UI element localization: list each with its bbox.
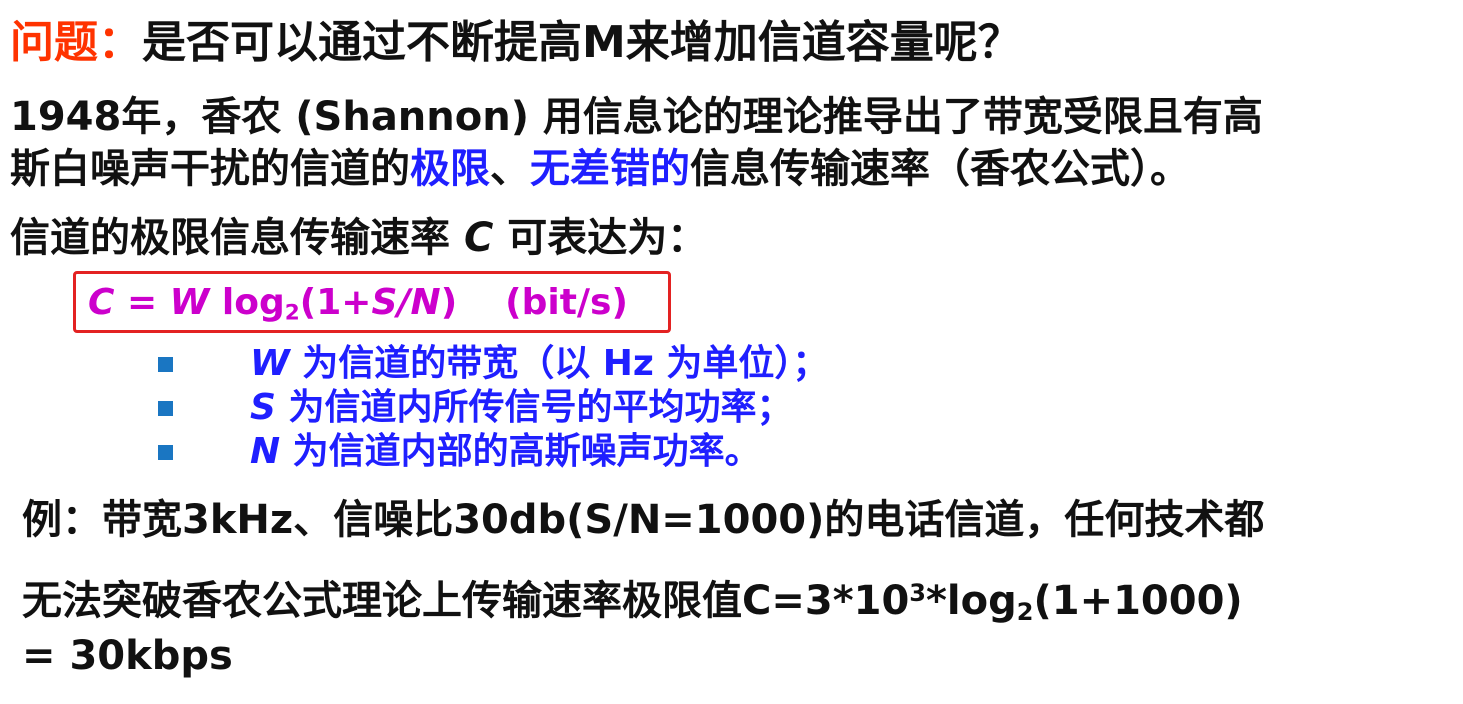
bullet-square-icon xyxy=(158,357,173,372)
bullet-square-icon xyxy=(158,401,173,416)
formula-close: ) xyxy=(440,282,458,323)
example-exponent: 3 xyxy=(909,579,926,607)
bullet-item-s: S 为信道内所传信号的平均功率； xyxy=(250,386,792,430)
formula-w: W xyxy=(169,282,210,323)
formula-log: log xyxy=(209,282,285,323)
text-segment: (1+1000) xyxy=(1033,578,1243,625)
formula-unit: (bit/s) xyxy=(505,282,628,323)
highlight-limit: 极限 xyxy=(410,146,490,192)
bullet-text-s: 为信道内所传信号的平均功率； xyxy=(275,387,793,428)
text-segment: 斯白噪声干扰的信道的 xyxy=(10,146,410,192)
bullet-text-w: 为信道的带宽（以 Hz 为单位）； xyxy=(289,343,829,384)
question-label: 问题： xyxy=(10,17,142,68)
formula-equals: = xyxy=(114,282,170,323)
bullet-var-n: N xyxy=(250,431,281,472)
question-text: 是否可以通过不断提高M来增加信道容量呢？ xyxy=(142,17,1022,68)
shannon-formula: C = W log2(1+S/N) (bit/s) xyxy=(88,278,628,338)
example-result: = 30kbps xyxy=(22,633,233,679)
slide-title: 问题：是否可以通过不断提高M来增加信道容量呢？ xyxy=(10,14,1022,72)
paragraph-shannon-line2: 斯白噪声干扰的信道的极限、无差错的信息传输速率（香农公式）。 xyxy=(10,144,1190,194)
text-segment: *log xyxy=(926,578,1017,625)
bullet-var-s: S xyxy=(250,387,276,428)
formula-c: C xyxy=(88,282,115,323)
text-segment: 无法突破香农公式理论上传输速率极限值C=3*10 xyxy=(22,578,910,625)
bullet-item-n: N 为信道内部的高斯噪声功率。 xyxy=(250,430,761,474)
example-line1: 例：带宽3kHz、信噪比30db(S/N=1000)的电话信道，任何技术都 xyxy=(22,497,1265,543)
text-separator: 、 xyxy=(490,146,530,192)
formula-open: (1+ xyxy=(299,282,372,323)
bullet-item-w: W 为信道的带宽（以 Hz 为单位）； xyxy=(250,342,828,386)
paragraph-capacity-intro: 信道的极限信息传输速率 C 可表达为： xyxy=(10,210,707,266)
bullet-text-n: 为信道内部的高斯噪声功率。 xyxy=(280,431,761,472)
bullet-square-icon xyxy=(158,445,173,460)
text-segment: 信道的极限信息传输速率 xyxy=(10,215,464,261)
example-log-base: 2 xyxy=(1016,598,1034,627)
highlight-error-free: 无差错的 xyxy=(530,146,690,192)
text-segment: 可表达为： xyxy=(493,215,708,261)
formula-s: S xyxy=(371,282,398,323)
text-segment: 信息传输速率（香农公式）。 xyxy=(690,146,1190,192)
formula-n: N xyxy=(410,282,441,323)
variable-c: C xyxy=(463,215,494,261)
paragraph-shannon-line1: 1948年，香农 (Shannon) 用信息论的理论推导出了带宽受限且有高 xyxy=(10,94,1263,140)
formula-slash: / xyxy=(397,282,411,323)
bullet-var-w: W xyxy=(250,343,290,384)
formula-log-base: 2 xyxy=(284,300,300,326)
